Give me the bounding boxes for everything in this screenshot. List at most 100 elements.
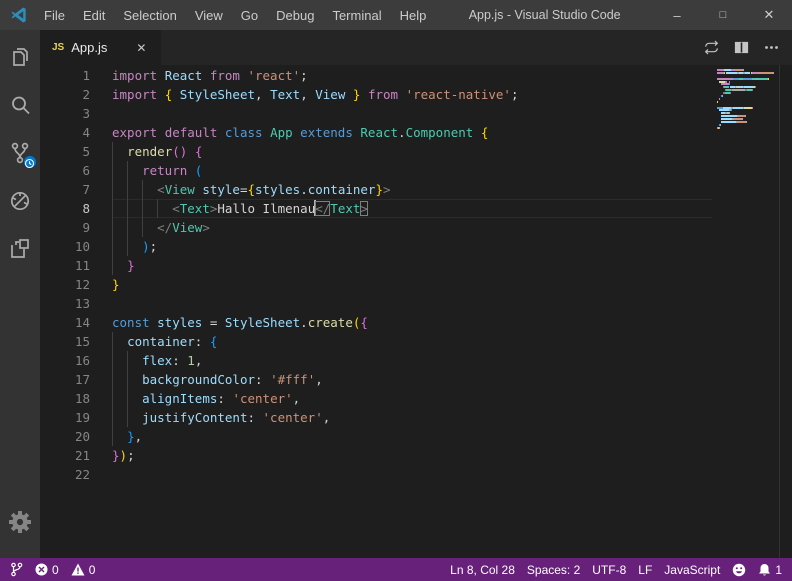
menu-edit[interactable]: Edit (74, 0, 114, 30)
code-line[interactable]: 11 } (40, 256, 712, 275)
code-line[interactable]: 14const styles = StyleSheet.create({ (40, 313, 712, 332)
menu-selection[interactable]: Selection (114, 0, 185, 30)
code-line[interactable]: 15 container: { (40, 332, 712, 351)
code-line[interactable]: 6 return ( (40, 161, 712, 180)
statusbar-encoding[interactable]: UTF-8 (586, 558, 632, 581)
status-bar: 0 0 Ln 8, Col 28Spaces: 2 UTF-8 LFJavaScrip… (0, 558, 792, 581)
statusbar-eol[interactable]: LF (632, 558, 658, 581)
code-line[interactable]: 22 (40, 465, 712, 484)
indent-guide (127, 180, 128, 199)
statusbar-label: 0 (89, 563, 96, 577)
minimap-token (729, 83, 730, 85)
maximize-button[interactable]: □ (700, 0, 746, 30)
code-line[interactable]: 12} (40, 275, 712, 294)
minimap-token (717, 89, 725, 91)
minimap-line (717, 89, 779, 91)
minimap-token (742, 118, 743, 120)
token: Text (270, 87, 300, 102)
token: flex (142, 353, 172, 368)
statusbar-cursor-position[interactable]: Ln 8, Col 28 (444, 558, 521, 581)
token: View (172, 220, 202, 235)
sync-changes-button[interactable] (698, 35, 724, 61)
code-line[interactable]: 4export default class App extends React.… (40, 123, 712, 142)
menu-debug[interactable]: Debug (267, 0, 323, 30)
tab-appjs[interactable]: JS App.js ✕ (40, 30, 161, 65)
menu-go[interactable]: Go (232, 0, 267, 30)
indent-guide (157, 199, 158, 218)
activitybar-debug-icon[interactable] (0, 177, 40, 225)
code-line[interactable]: 18 alignItems: 'center', (40, 389, 712, 408)
code-line[interactable]: 10 ); (40, 237, 712, 256)
activitybar-search-icon[interactable] (0, 81, 40, 129)
feedback-smiley-icon (732, 563, 746, 577)
more-actions-button[interactable] (758, 35, 784, 61)
code-line[interactable]: 7 <View style={styles.container}> (40, 180, 712, 199)
minimap-token (745, 115, 746, 117)
minimap-token (743, 78, 751, 80)
token: Hallo Ilmenau (217, 201, 315, 216)
activitybar-source-control-icon[interactable] (0, 129, 40, 177)
code-line[interactable]: 13 (40, 294, 712, 313)
minimap-token (720, 124, 721, 126)
code-line[interactable]: 5 render() { (40, 142, 712, 161)
statusbar-language-mode[interactable]: JavaScript (658, 558, 726, 581)
menu-file[interactable]: File (35, 0, 74, 30)
editor-scrollbar[interactable] (779, 65, 792, 558)
menu-terminal[interactable]: Terminal (323, 0, 390, 30)
code-line[interactable]: 9 </View> (40, 218, 712, 237)
token: > (383, 182, 391, 197)
statusbar-errors[interactable]: 0 (29, 558, 65, 581)
minimize-button[interactable]: – (654, 0, 700, 30)
statusbar-notifications-bell[interactable]: 1 (752, 558, 788, 581)
code-line[interactable]: 17 backgroundColor: '#fff', (40, 370, 712, 389)
code-line[interactable]: 20 }, (40, 427, 712, 446)
code-line[interactable]: 19 justifyContent: 'center', (40, 408, 712, 427)
token: </ (157, 220, 172, 235)
code-line[interactable]: 8 <Text>Hallo Ilmenau</Text> (40, 199, 712, 218)
minimap-token (731, 109, 732, 111)
code-editor[interactable]: 1import React from 'react';2import { Sty… (40, 65, 792, 558)
code-line[interactable]: 21}); (40, 446, 712, 465)
minimap-token (736, 69, 743, 71)
statusbar-indentation[interactable]: Spaces: 2 (521, 558, 586, 581)
token (112, 182, 157, 197)
token: from (210, 68, 248, 83)
token: , (323, 410, 331, 425)
statusbar-branch-indicator[interactable] (4, 558, 29, 581)
activitybar-extensions-icon[interactable] (0, 225, 40, 273)
token: . (398, 125, 406, 140)
main-area: JS App.js ✕ 1import React from 'react';2… (0, 30, 792, 558)
token: Text (330, 201, 360, 216)
token: ; (150, 239, 158, 254)
indent-guide (112, 427, 113, 446)
tab-close-icon[interactable]: ✕ (131, 38, 151, 58)
line-number: 15 (40, 332, 90, 351)
close-button[interactable]: ✕ (746, 0, 792, 30)
token: { (481, 125, 489, 140)
token: </ (315, 201, 330, 216)
activitybar-settings-gear-icon[interactable] (0, 498, 40, 546)
statusbar-feedback-smiley[interactable] (726, 558, 752, 581)
token (112, 220, 157, 235)
menu-view[interactable]: View (186, 0, 232, 30)
code-line[interactable]: 1import React from 'react'; (40, 66, 712, 85)
indent-guide (142, 180, 143, 199)
activitybar-explorer-icon[interactable] (0, 33, 40, 81)
code-line[interactable]: 16 flex: 1, (40, 351, 712, 370)
token: alignItems (142, 391, 217, 406)
menu-help[interactable]: Help (391, 0, 436, 30)
code-line-text: backgroundColor: '#fff', (112, 370, 712, 389)
minimap-token (717, 101, 718, 103)
token: React (360, 125, 398, 140)
minimap-line (717, 75, 779, 77)
minimap-token (744, 86, 753, 88)
minimap[interactable] (713, 67, 779, 133)
statusbar-warnings[interactable]: 0 (65, 558, 102, 581)
code-line[interactable]: 2import { StyleSheet, Text, View } from … (40, 85, 712, 104)
minimap-token (768, 78, 769, 80)
minimap-token (719, 127, 720, 129)
split-editor-button[interactable] (728, 35, 754, 61)
statusbar-label: UTF-8 (592, 563, 626, 577)
token: View (165, 182, 195, 197)
code-line[interactable]: 3 (40, 104, 712, 123)
